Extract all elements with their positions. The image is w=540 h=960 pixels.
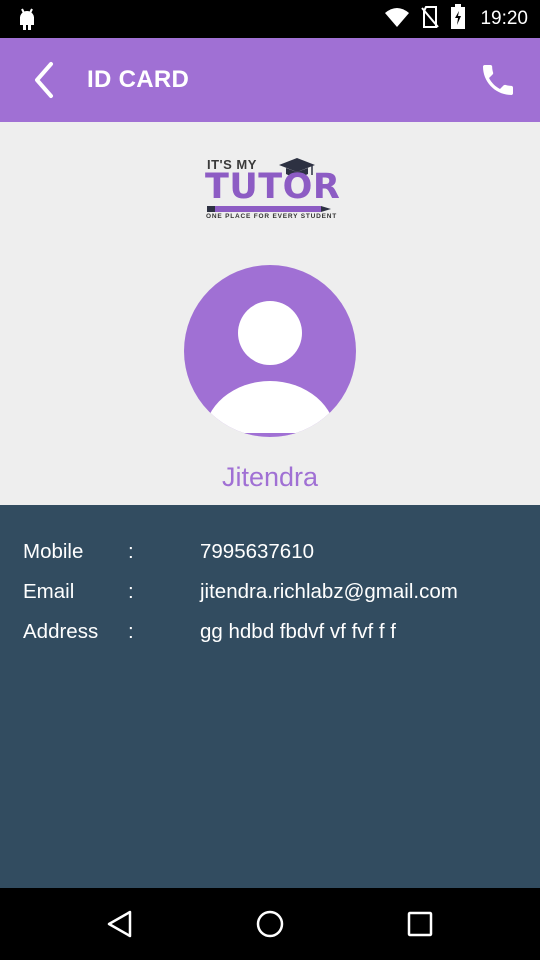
person-icon [184, 265, 356, 437]
triangle-back-icon [107, 910, 132, 938]
profile-header: IT'S MY TUTOR ONE PLACE FOR EVERY STUDEN… [0, 122, 540, 505]
contact-details: Mobile : 7995637610 Email : jitendra.ric… [0, 505, 540, 888]
detail-value-mobile[interactable]: 7995637610 [200, 540, 314, 564]
logo-big-text: TUTOR [205, 167, 341, 207]
nav-recents-button[interactable] [400, 904, 440, 944]
status-bar: 19:20 [0, 0, 540, 38]
detail-value-email[interactable]: jitendra.richlabz@gmail.com [200, 580, 458, 604]
logo-tagline: ONE PLACE FOR EVERY STUDENT [206, 213, 338, 220]
avatar [184, 265, 356, 437]
detail-row-mobile: Mobile : 7995637610 [0, 540, 540, 570]
pencil-underline-icon [207, 206, 331, 212]
phone-icon [483, 65, 513, 95]
its-my-tutor-logo: IT'S MY TUTOR ONE PLACE FOR EVERY STUDEN… [205, 156, 341, 222]
system-nav-bar [0, 888, 540, 960]
back-arrow-icon [35, 62, 53, 98]
detail-row-email: Email : jitendra.richlabz@gmail.com [0, 580, 540, 610]
battery-icon [450, 3, 466, 35]
profile-name: Jitendra [221, 462, 319, 492]
page-title: ID CARD [87, 66, 190, 93]
detail-label: Mobile [23, 540, 84, 563]
no-sim-icon [420, 5, 440, 34]
status-time: 19:20 [480, 8, 528, 29]
back-button[interactable] [24, 60, 64, 100]
detail-colon: : [128, 580, 134, 603]
detail-colon: : [128, 540, 134, 563]
nav-home-button[interactable] [250, 904, 290, 944]
detail-value-address: gg hdbd fbdvf vf fvf f f [200, 620, 397, 643]
detail-label: Address [23, 620, 99, 643]
square-recents-icon [407, 911, 433, 937]
app-bar: ID CARD [0, 38, 540, 122]
call-button[interactable] [478, 60, 518, 100]
detail-label: Email [23, 580, 75, 603]
detail-row-address: Address : gg hdbd fbdvf vf fvf f f [0, 620, 540, 650]
wifi-icon [384, 6, 410, 33]
circle-home-icon [256, 910, 284, 938]
detail-colon: : [128, 620, 134, 643]
android-notification-icon [16, 6, 38, 37]
nav-back-button[interactable] [100, 904, 140, 944]
